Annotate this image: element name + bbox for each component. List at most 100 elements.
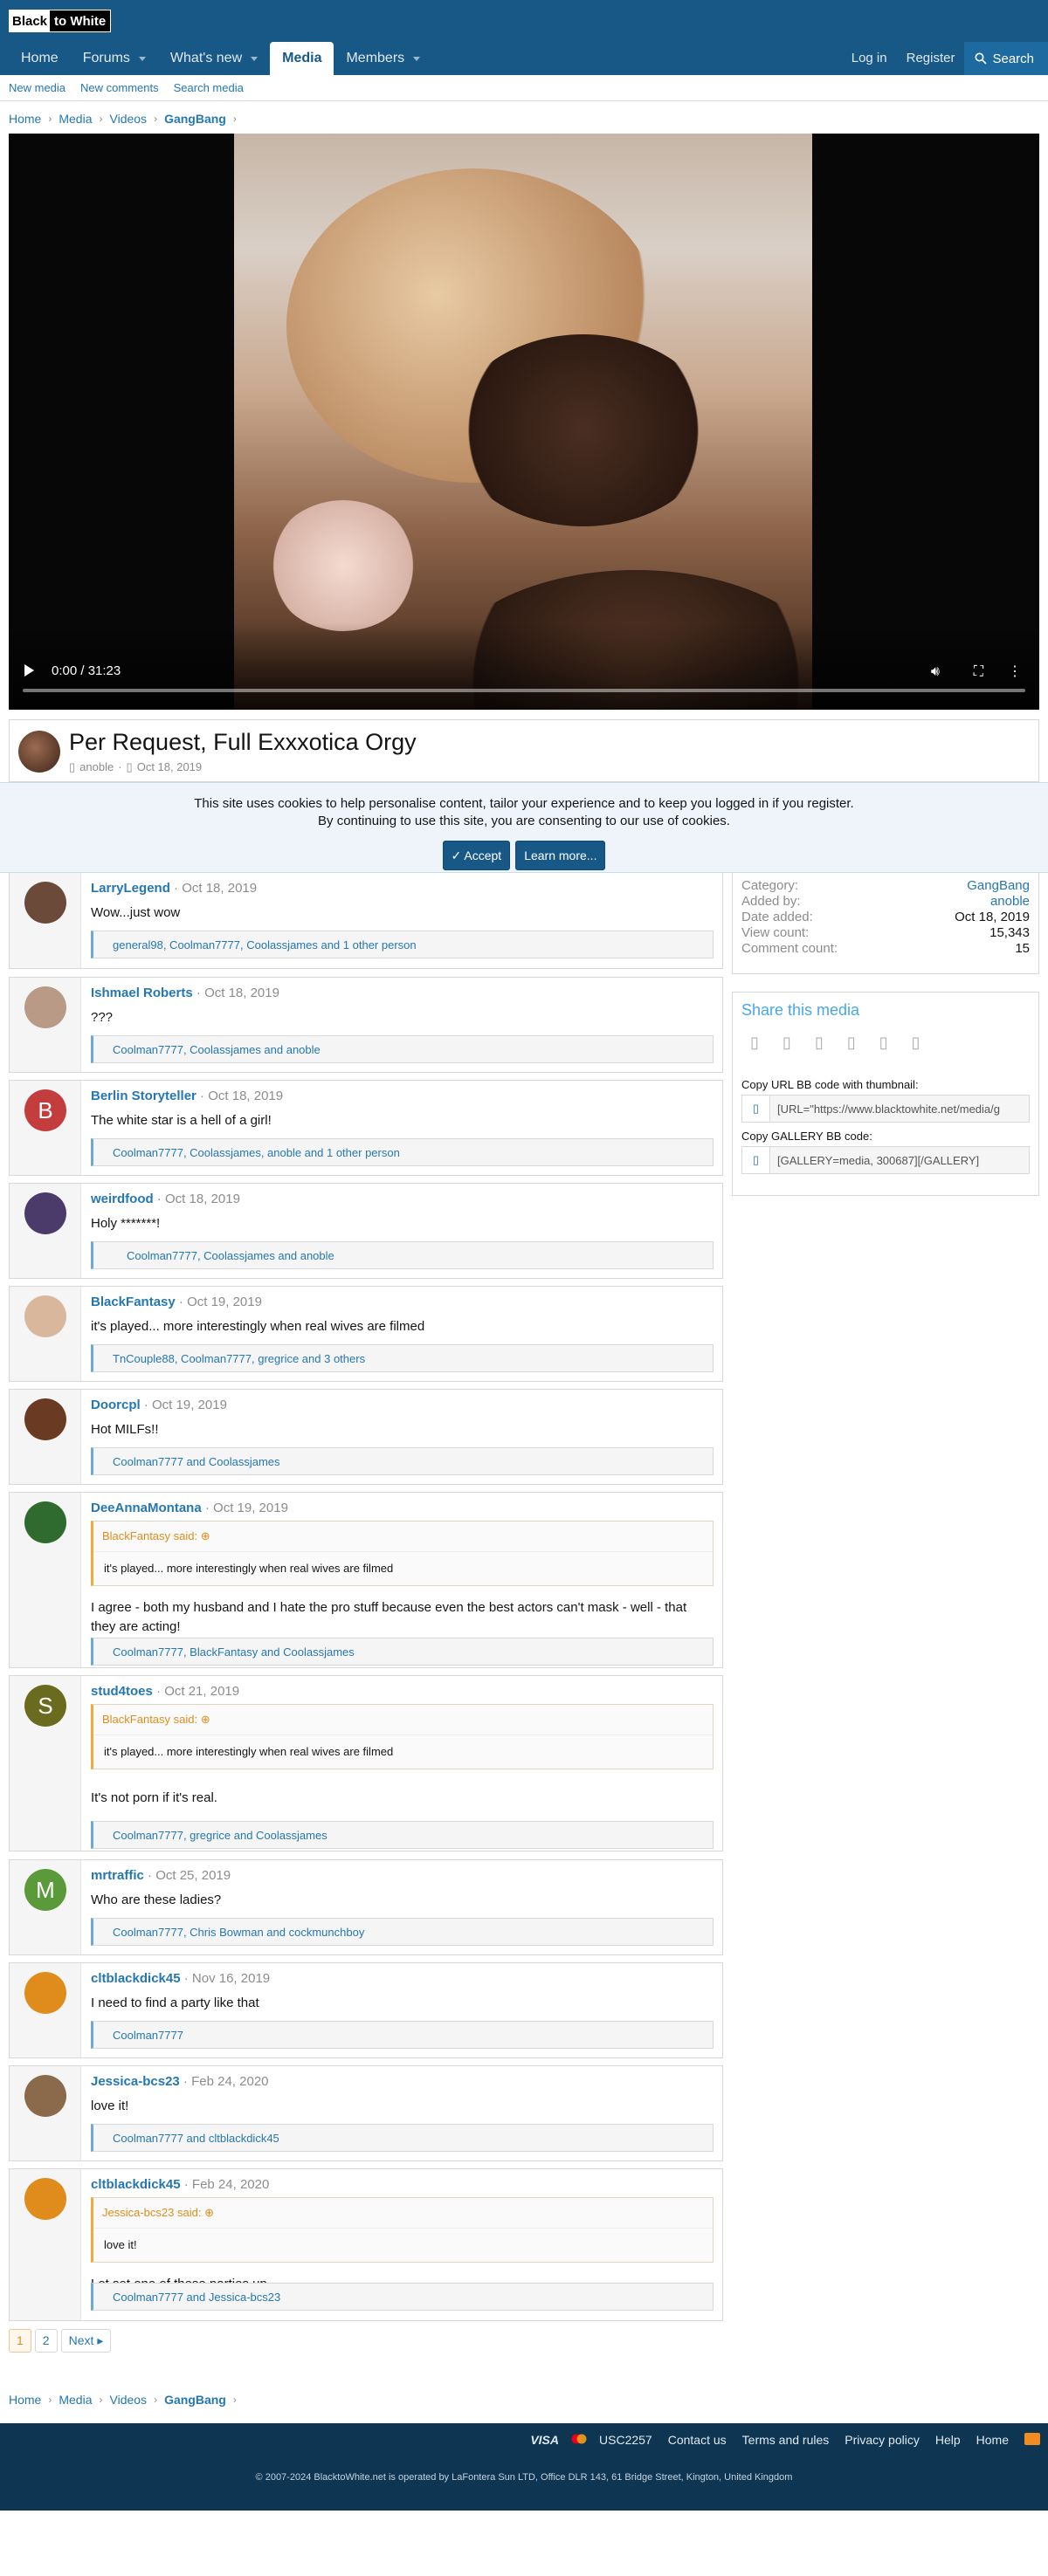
site-logo[interactable]: Black to White bbox=[9, 10, 112, 32]
breadcrumb-gangbang[interactable]: GangBang bbox=[164, 112, 226, 126]
register-link[interactable]: Register bbox=[897, 42, 965, 75]
play-icon[interactable] bbox=[24, 664, 34, 677]
comment-date[interactable]: Oct 18, 2019 bbox=[182, 881, 257, 896]
comment-date[interactable]: Oct 25, 2019 bbox=[155, 1868, 231, 1883]
avatar[interactable] bbox=[24, 882, 66, 924]
privacy-link[interactable]: Privacy policy bbox=[837, 2433, 927, 2447]
chevron-down-icon[interactable] bbox=[138, 56, 146, 61]
terms-link[interactable]: Terms and rules bbox=[734, 2433, 838, 2447]
expand-quote-icon[interactable]: ⊕ bbox=[197, 1529, 210, 1542]
rss-icon[interactable] bbox=[1017, 2432, 1048, 2448]
contact-link[interactable]: Contact us bbox=[660, 2433, 734, 2447]
info-value[interactable]: anoble bbox=[990, 894, 1030, 910]
chevron-down-icon[interactable] bbox=[413, 56, 421, 61]
quote-header[interactable]: Jessica-bcs23 said: ⊕ bbox=[93, 2198, 713, 2229]
usc2257-link[interactable]: USC2257 bbox=[591, 2433, 660, 2447]
nav-what-s-new[interactable]: What's new bbox=[158, 42, 270, 75]
reactions-bar[interactable]: Coolman7777 and Coolassjames bbox=[91, 1447, 714, 1475]
comment-username[interactable]: LarryLegend bbox=[91, 881, 170, 896]
avatar[interactable] bbox=[24, 1501, 66, 1543]
comment-date[interactable]: Nov 16, 2019 bbox=[192, 1971, 270, 1986]
comment-date[interactable]: Oct 19, 2019 bbox=[187, 1295, 262, 1309]
gallery-bbcode-field[interactable]: ▯ [GALLERY=media, 300687][/GALLERY] bbox=[741, 1146, 1030, 1174]
comment-username[interactable]: stud4toes bbox=[91, 1684, 153, 1699]
search-media-link[interactable]: Search media bbox=[174, 81, 244, 94]
breadcrumb-media[interactable]: Media bbox=[59, 112, 92, 126]
chevron-down-icon[interactable] bbox=[251, 56, 259, 61]
copy-icon[interactable]: ▯ bbox=[742, 1147, 770, 1173]
comment-date[interactable]: Oct 18, 2019 bbox=[204, 986, 279, 1000]
reactions-bar[interactable]: Coolman7777, gregrice and Coolassjames bbox=[91, 1821, 714, 1849]
next-page-button[interactable]: Next ▸ bbox=[60, 2329, 112, 2353]
fullscreen-icon[interactable]: ⛶ bbox=[974, 664, 983, 680]
search-button[interactable]: Search bbox=[964, 42, 1048, 75]
comment-date[interactable]: Oct 19, 2019 bbox=[213, 1501, 288, 1515]
copy-icon[interactable]: ▯ bbox=[742, 1096, 770, 1122]
reactions-bar[interactable]: Coolman7777 and Jessica-bcs23 bbox=[91, 2283, 714, 2311]
comment-username[interactable]: cltblackdick45 bbox=[91, 1971, 181, 1986]
nav-members[interactable]: Members bbox=[334, 42, 432, 75]
page-link[interactable]: 2 bbox=[34, 2329, 58, 2353]
comment-username[interactable]: Doorcpl bbox=[91, 1398, 141, 1412]
quote-header[interactable]: BlackFantasy said: ⊕ bbox=[93, 1522, 713, 1552]
page-link[interactable]: 1 bbox=[9, 2329, 31, 2353]
nav-forums[interactable]: Forums bbox=[71, 42, 158, 75]
more-options-icon[interactable]: ⋮ bbox=[1008, 663, 1022, 680]
comment-username[interactable]: Jessica-bcs23 bbox=[91, 2074, 180, 2089]
accept-cookies-button[interactable]: ✓ Accept bbox=[442, 841, 511, 870]
media-author[interactable]: anoble bbox=[79, 760, 114, 774]
avatar[interactable] bbox=[24, 1398, 66, 1440]
whatsapp-icon[interactable]: ▯ bbox=[912, 1034, 920, 1052]
video-player[interactable]: 0:00 / 31:23 🔊︎ ⛶ ⋮ bbox=[9, 134, 1039, 710]
reddit-icon[interactable]: ▯ bbox=[815, 1034, 824, 1052]
avatar[interactable] bbox=[24, 1192, 66, 1234]
avatar[interactable] bbox=[24, 2075, 66, 2117]
reactions-bar[interactable]: TnCouple88, Coolman7777, gregrice and 3 … bbox=[91, 1344, 714, 1372]
pinterest-icon[interactable]: ▯ bbox=[847, 1034, 856, 1052]
twitter-icon[interactable]: ▯ bbox=[783, 1034, 791, 1052]
reactions-bar[interactable]: general98, Coolman7777, Coolassjames and… bbox=[91, 931, 714, 958]
comment-date[interactable]: Oct 18, 2019 bbox=[165, 1192, 240, 1206]
expand-quote-icon[interactable]: ⊕ bbox=[197, 1713, 210, 1726]
comment-username[interactable]: cltblackdick45 bbox=[91, 2177, 181, 2192]
facebook-icon[interactable]: ▯ bbox=[750, 1034, 759, 1052]
comment-username[interactable]: weirdfood bbox=[91, 1192, 154, 1206]
avatar[interactable]: M bbox=[24, 1869, 66, 1911]
avatar[interactable] bbox=[24, 1972, 66, 2014]
comment-username[interactable]: DeeAnnaMontana bbox=[91, 1501, 202, 1515]
avatar[interactable] bbox=[24, 986, 66, 1028]
help-link[interactable]: Help bbox=[927, 2433, 969, 2447]
comment-username[interactable]: Ishmael Roberts bbox=[91, 986, 193, 1000]
info-value[interactable]: GangBang bbox=[967, 878, 1030, 894]
comment-username[interactable]: Berlin Storyteller bbox=[91, 1089, 196, 1103]
comment-date[interactable]: Oct 18, 2019 bbox=[208, 1089, 283, 1103]
breadcrumb-media[interactable]: Media bbox=[59, 2393, 92, 2407]
expand-quote-icon[interactable]: ⊕ bbox=[201, 2206, 214, 2219]
reactions-bar[interactable]: Coolman7777, Chris Bowman and cockmunchb… bbox=[91, 1918, 714, 1946]
avatar[interactable] bbox=[24, 2178, 66, 2220]
comment-date[interactable]: Feb 24, 2020 bbox=[191, 2074, 268, 2089]
reactions-bar[interactable]: Coolman7777, Coolassjames and anoble bbox=[91, 1241, 714, 1269]
comment-username[interactable]: mrtraffic bbox=[91, 1868, 144, 1883]
reactions-bar[interactable]: Coolman7777, Coolassjames, anoble and 1 … bbox=[91, 1138, 714, 1166]
breadcrumb-home[interactable]: Home bbox=[9, 112, 41, 126]
comment-username[interactable]: BlackFantasy bbox=[91, 1295, 176, 1309]
breadcrumb-home[interactable]: Home bbox=[9, 2393, 41, 2407]
new-media-link[interactable]: New media bbox=[9, 81, 66, 94]
breadcrumb-videos[interactable]: Videos bbox=[110, 112, 148, 126]
learn-more-button[interactable]: Learn more... bbox=[515, 841, 606, 870]
video-progress-bar[interactable] bbox=[23, 689, 1025, 692]
reactions-bar[interactable]: Coolman7777 bbox=[91, 2021, 714, 2049]
breadcrumb-gangbang[interactable]: GangBang bbox=[164, 2393, 226, 2407]
breadcrumb-videos[interactable]: Videos bbox=[110, 2393, 148, 2407]
reactions-bar[interactable]: Coolman7777, Coolassjames and anoble bbox=[91, 1035, 714, 1063]
new-comments-link[interactable]: New comments bbox=[80, 81, 159, 94]
home-link[interactable]: Home bbox=[969, 2433, 1017, 2447]
quote-header[interactable]: BlackFantasy said: ⊕ bbox=[93, 1705, 713, 1735]
avatar[interactable]: S bbox=[24, 1685, 66, 1727]
gallery-bbcode-value[interactable]: [GALLERY=media, 300687][/GALLERY] bbox=[770, 1147, 1029, 1173]
nav-home[interactable]: Home bbox=[9, 42, 71, 75]
avatar[interactable] bbox=[24, 1295, 66, 1337]
comment-date[interactable]: Feb 24, 2020 bbox=[192, 2177, 269, 2192]
tumblr-icon[interactable]: ▯ bbox=[879, 1034, 888, 1052]
